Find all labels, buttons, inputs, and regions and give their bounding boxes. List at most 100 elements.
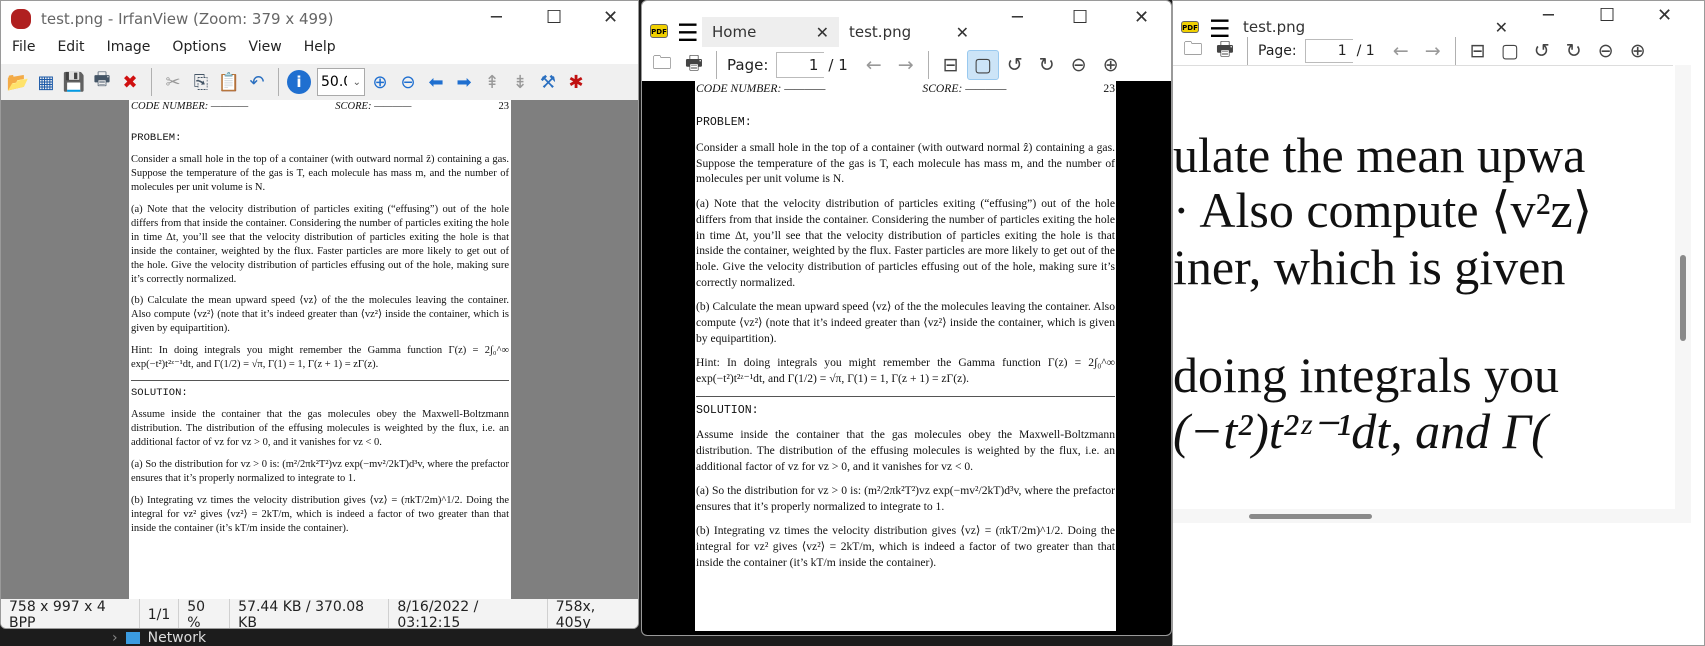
- divider: [131, 380, 509, 382]
- settings-icon[interactable]: ⚒: [535, 69, 561, 95]
- zoom-out-icon[interactable]: ⊖: [395, 69, 421, 95]
- problem-paragraph: Hint: In doing integrals you might remem…: [696, 356, 1115, 386]
- problem-paragraph: (a) Note that the velocity distribution …: [696, 196, 1115, 289]
- sumatra-window: PDF ☰ Home ✕ test.png ✕ ─ ☐ ✕ 🗀 🖶 Page: …: [641, 0, 1172, 636]
- vertical-scrollbar[interactable]: [1675, 65, 1691, 509]
- document-viewport: CODE NUMBER: ———— SCORE: ———— 23 PROBLEM: Co…: [642, 81, 1171, 635]
- tab-label: test.png: [1243, 18, 1306, 36]
- menu-item-help[interactable]: Help: [293, 39, 347, 63]
- menu-item-options[interactable]: Options: [161, 39, 237, 63]
- previous-image-icon[interactable]: ⬅: [423, 69, 449, 95]
- explorer-network-item[interactable]: › Network: [112, 630, 206, 646]
- irfanview-window: test.png - IrfanView (Zoom: 379 x 499) ─…: [0, 0, 639, 629]
- page-input[interactable]: 1: [776, 51, 825, 78]
- next-page-icon[interactable]: →: [890, 50, 922, 80]
- scrollbar-thumb[interactable]: [1680, 255, 1686, 341]
- single-page-view-icon[interactable]: ▢: [966, 49, 999, 80]
- open-folder-icon[interactable]: 🗀: [1177, 36, 1209, 66]
- maximize-button[interactable]: ☐: [1072, 7, 1088, 28]
- close-button[interactable]: ✕: [603, 7, 618, 28]
- continuous-view-icon[interactable]: ⊟: [935, 50, 967, 80]
- toolbar-separator: [278, 68, 279, 96]
- rotate-right-icon[interactable]: ↻: [1031, 50, 1063, 80]
- close-tab-icon[interactable]: ✕: [956, 23, 969, 42]
- close-tab-icon[interactable]: ✕: [816, 23, 829, 42]
- close-button[interactable]: ✕: [1657, 5, 1672, 26]
- next-page-icon[interactable]: →: [1417, 36, 1449, 66]
- page-header: CODE NUMBER: ———— SCORE: ———— 23: [696, 81, 1115, 97]
- single-page-view-icon[interactable]: ▢: [1494, 36, 1526, 66]
- info-icon[interactable]: i: [287, 70, 311, 94]
- previous-page-icon[interactable]: ←: [858, 50, 890, 80]
- print-icon[interactable]: 🖶: [678, 50, 710, 80]
- hamburger-menu-icon[interactable]: ☰: [677, 19, 699, 47]
- code-number: CODE NUMBER: ————: [696, 82, 826, 95]
- print-icon[interactable]: 🖶: [1209, 36, 1241, 66]
- toolbar-separator: [927, 50, 929, 79]
- solution-heading: SOLUTION:: [131, 387, 188, 400]
- score: SCORE: ————: [335, 101, 412, 112]
- zoom-in-icon[interactable]: ⊕: [367, 69, 393, 95]
- image-viewport: CODE NUMBER: ———— SCORE: ———— 23 PROBLEM: Co…: [1, 100, 638, 599]
- tab-home[interactable]: Home ✕: [702, 17, 839, 47]
- cut-icon[interactable]: ✂: [160, 69, 186, 95]
- problem-paragraph: Consider a small hole in the top of a co…: [696, 140, 1115, 186]
- irfanview-about-icon[interactable]: ✱: [563, 69, 589, 95]
- zoom-in-icon[interactable]: ⊕: [1622, 36, 1654, 66]
- sumatra-logo-icon: PDF: [1181, 21, 1199, 33]
- rotate-left-icon[interactable]: ↺: [1526, 36, 1558, 66]
- close-tab-icon[interactable]: ✕: [1495, 18, 1508, 37]
- minimize-button[interactable]: ─: [491, 7, 502, 28]
- slideshow-icon[interactable]: ▦: [33, 69, 59, 95]
- zoom-in-icon[interactable]: ⊕: [1095, 50, 1127, 80]
- last-image-icon[interactable]: ⇟: [507, 69, 533, 95]
- open-folder-icon[interactable]: 🗀: [646, 50, 678, 80]
- minimize-button[interactable]: ─: [1543, 5, 1554, 26]
- page-total: / 1: [1356, 43, 1375, 59]
- zoom-select[interactable]: 50.0 ⌄: [317, 68, 365, 96]
- print-icon[interactable]: 🖶: [89, 69, 115, 95]
- minimize-button[interactable]: ─: [1012, 7, 1023, 28]
- document-image: CODE NUMBER: ———— SCORE: ———— 23 PROBLEM: Co…: [129, 100, 511, 599]
- toolbar-separator: [1247, 37, 1248, 65]
- menu-item-file[interactable]: File: [1, 39, 46, 63]
- continuous-view-icon[interactable]: ⊟: [1462, 36, 1494, 66]
- undo-icon[interactable]: ↶: [244, 69, 270, 95]
- page-total: / 1: [828, 55, 848, 74]
- next-image-icon[interactable]: ➡: [451, 69, 477, 95]
- paste-icon[interactable]: 📋: [216, 69, 242, 95]
- save-icon[interactable]: 💾: [61, 69, 87, 95]
- solution-paragraph: (b) Integrating vz times the velocity di…: [131, 495, 509, 535]
- menu-item-image[interactable]: Image: [96, 39, 162, 63]
- menu-item-edit[interactable]: Edit: [46, 39, 95, 63]
- scrollbar-thumb[interactable]: [1249, 514, 1372, 519]
- menu-item-view[interactable]: View: [237, 39, 292, 63]
- rotate-right-icon[interactable]: ↻: [1558, 36, 1590, 66]
- rotate-left-icon[interactable]: ↺: [999, 50, 1031, 80]
- problem-paragraph: (a) Note that the velocity distribution …: [131, 203, 509, 285]
- zoom-out-icon[interactable]: ⊖: [1590, 36, 1622, 66]
- copy-icon[interactable]: ⎘: [188, 69, 214, 95]
- chevron-down-icon: ⌄: [352, 76, 361, 88]
- previous-page-icon[interactable]: ←: [1385, 36, 1417, 66]
- maximize-button[interactable]: ☐: [1599, 5, 1615, 26]
- first-image-icon[interactable]: ⇞: [479, 69, 505, 95]
- tab-label: Home: [712, 23, 757, 41]
- irfanview-logo-icon: [11, 9, 31, 29]
- problem-paragraph: (b) Calculate the mean upward speed ⟨vz⟩…: [131, 295, 509, 335]
- close-button[interactable]: ✕: [1134, 7, 1149, 28]
- zoomed-text-line: (−t²)t²ᶻ⁻¹dt, and Γ(: [1173, 403, 1548, 459]
- problem-heading: PROBLEM:: [131, 131, 182, 144]
- horizontal-scrollbar[interactable]: [1173, 509, 1691, 523]
- problem-heading: PROBLEM:: [696, 116, 752, 130]
- tab-test-png[interactable]: test.png ✕: [839, 17, 979, 47]
- delete-icon[interactable]: ✖: [117, 69, 143, 95]
- solution-paragraph: Assume inside the container that the gas…: [696, 428, 1115, 473]
- toolbar-separator: [151, 68, 152, 96]
- open-folder-icon[interactable]: 📂: [5, 69, 31, 95]
- status-field: 1/1: [140, 599, 180, 628]
- page-input[interactable]: 1: [1304, 39, 1353, 63]
- zoom-out-icon[interactable]: ⊖: [1063, 50, 1095, 80]
- menu-bar: File Edit Image Options View Help: [1, 39, 347, 63]
- maximize-button[interactable]: ☐: [546, 7, 562, 28]
